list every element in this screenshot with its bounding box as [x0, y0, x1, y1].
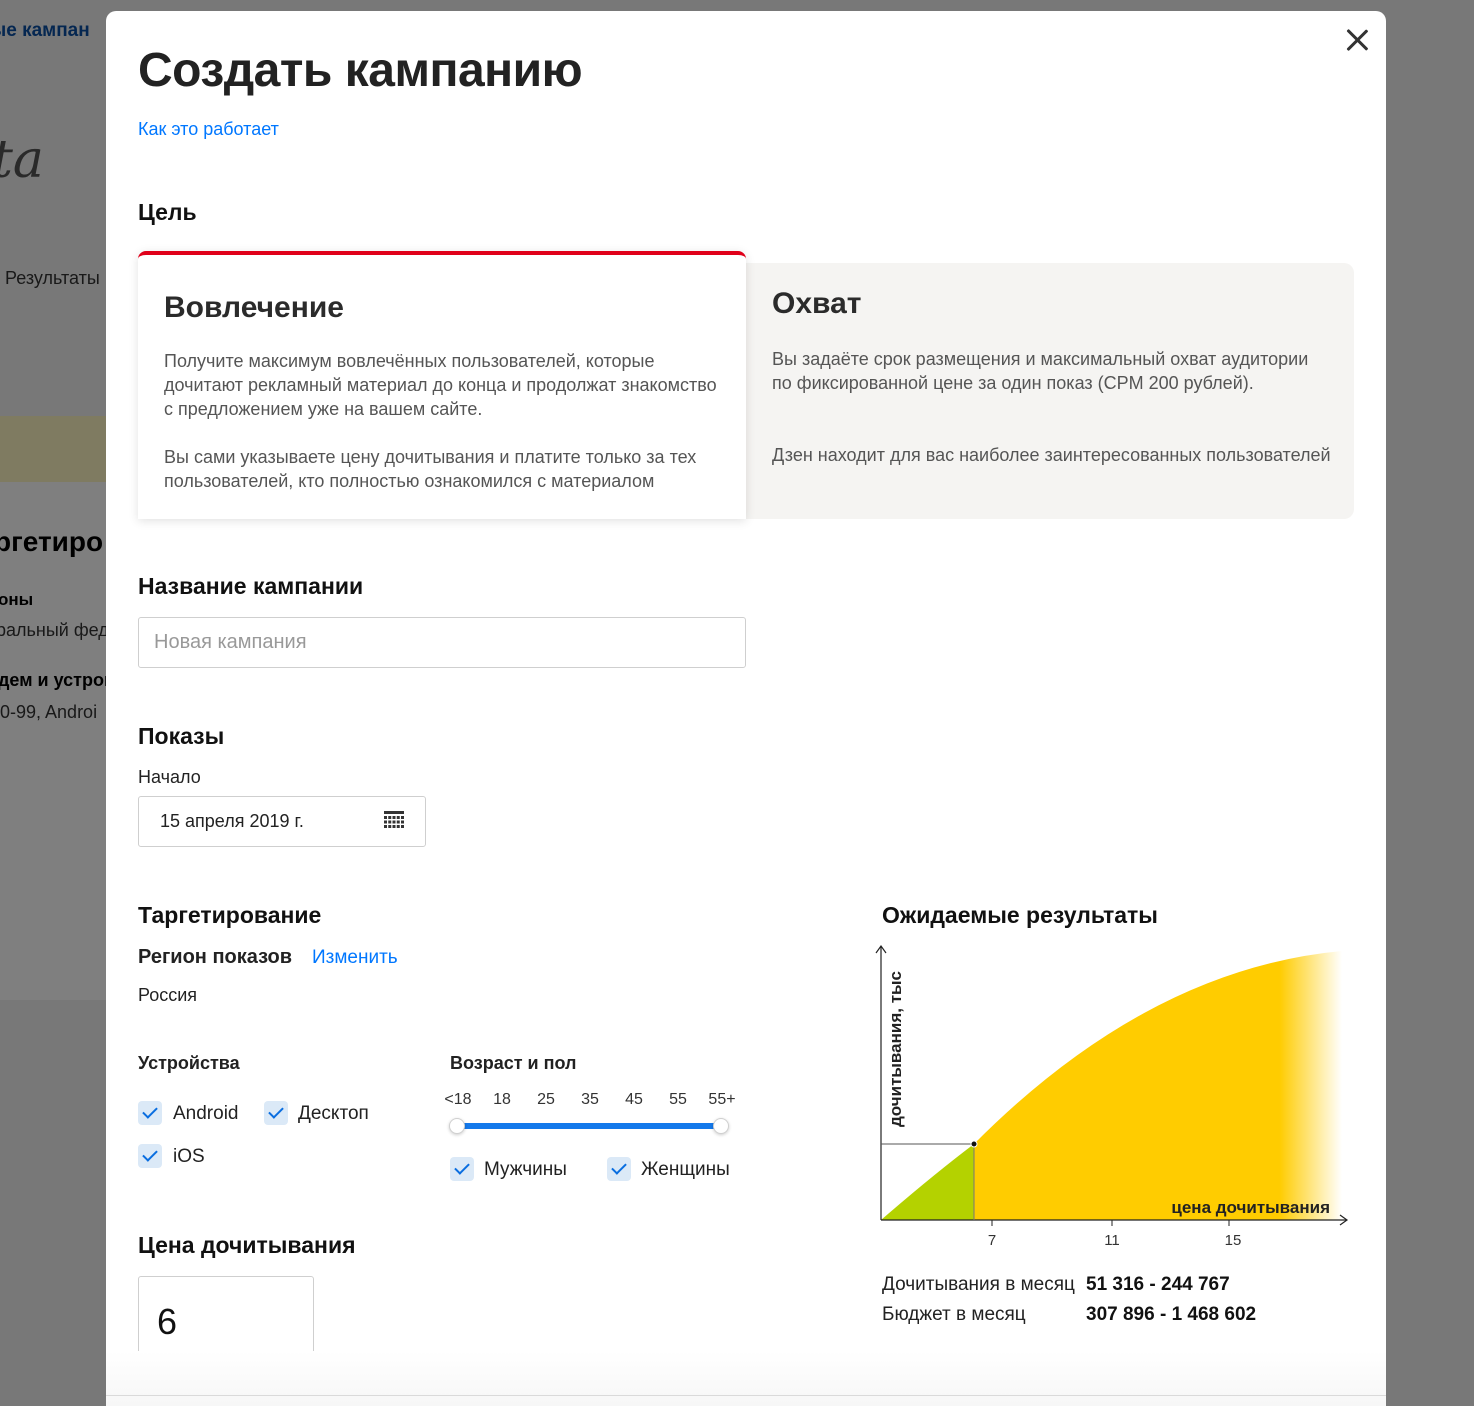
- android-checkbox[interactable]: [138, 1101, 162, 1125]
- age-slider-track[interactable]: [457, 1123, 721, 1129]
- chart-area-below-marker: [881, 1144, 974, 1220]
- age-slider-min-handle[interactable]: [449, 1118, 465, 1134]
- campaign-name-input[interactable]: [138, 617, 746, 668]
- goal-card-title: Охват: [772, 287, 862, 320]
- read-price-heading: Цена дочитывания: [138, 1232, 356, 1258]
- ios-checkbox[interactable]: [138, 1144, 162, 1168]
- start-date-value: 15 апреля 2019 г.: [160, 811, 304, 831]
- desktop-label[interactable]: Десктоп: [298, 1103, 369, 1125]
- budget-per-month-label: Бюджет в месяц: [882, 1304, 1026, 1325]
- goal-card-description: Получите максимум вовлечённых пользовате…: [164, 351, 717, 419]
- age-tick: 35: [581, 1091, 599, 1108]
- reads-per-month-value: 51 316 - 244 767: [1086, 1274, 1230, 1295]
- age-tick: 18: [493, 1091, 511, 1108]
- chart-x-tick-label: 7: [988, 1232, 996, 1249]
- chart-x-axis-label: цена дочитывания: [1171, 1198, 1330, 1217]
- read-price-input[interactable]: 6: [138, 1276, 314, 1363]
- age-slider-max-handle[interactable]: [713, 1118, 729, 1134]
- age-gender-heading: Возраст и пол: [450, 1053, 577, 1073]
- female-label[interactable]: Женщины: [641, 1159, 730, 1181]
- chart-marker-point: [970, 1140, 978, 1148]
- targeting-heading: Таргетирование: [138, 902, 322, 928]
- goal-card-description: Дзен находит для вас наиболее заинтересо…: [772, 445, 1331, 465]
- chart-y-axis-label: дочитывания, тыс: [886, 971, 905, 1127]
- age-tick: 55: [669, 1091, 687, 1108]
- close-icon[interactable]: [1342, 25, 1372, 55]
- expected-results-heading: Ожидаемые результаты: [882, 902, 1158, 928]
- shows-heading: Показы: [138, 723, 225, 749]
- chart-x-tick-label: 15: [1225, 1232, 1242, 1249]
- ios-label[interactable]: iOS: [173, 1146, 205, 1168]
- chart-x-tick-label: 11: [1104, 1232, 1120, 1249]
- modal-title: Создать кампанию: [138, 44, 583, 97]
- male-label[interactable]: Мужчины: [484, 1159, 567, 1181]
- goal-card-reach[interactable]: Охват Вы задаёте срок размещения и макси…: [746, 263, 1354, 519]
- change-region-link[interactable]: Изменить: [312, 947, 398, 969]
- calendar-icon[interactable]: [384, 811, 404, 831]
- region-label: Регион показов: [138, 946, 293, 968]
- goal-card-engagement[interactable]: Вовлечение Получите максимум вовлечённых…: [138, 251, 746, 519]
- create-campaign-modal: Создать кампанию Как это работает Цель В…: [106, 11, 1386, 1406]
- start-date-field[interactable]: 15 апреля 2019 г.: [138, 796, 426, 847]
- male-checkbox[interactable]: [450, 1157, 474, 1181]
- goal-card-description: Вы задаёте срок размещения и максимальны…: [772, 349, 1309, 393]
- expected-results-chart: 7 11 15 цена дочитывания дочитывания, ты…: [875, 944, 1349, 1249]
- goal-heading: Цель: [138, 199, 197, 225]
- goal-card-title: Вовлечение: [164, 291, 344, 324]
- start-date-label: Начало: [138, 767, 201, 787]
- age-tick: 25: [537, 1091, 555, 1108]
- read-price-value: 6: [157, 1301, 178, 1342]
- campaign-name-heading: Название кампании: [138, 573, 364, 599]
- budget-per-month-value: 307 896 - 1 468 602: [1086, 1304, 1257, 1325]
- android-label[interactable]: Android: [173, 1103, 239, 1125]
- desktop-checkbox[interactable]: [264, 1101, 288, 1125]
- devices-heading: Устройства: [138, 1053, 240, 1073]
- region-value: Россия: [138, 985, 198, 1005]
- age-tick: 45: [625, 1091, 643, 1108]
- modal-footer-divider: [106, 1395, 1386, 1396]
- how-it-works-link[interactable]: Как это работает: [138, 119, 279, 140]
- modal-footer-fade: [106, 1351, 1386, 1406]
- goal-card-description: Вы сами указываете цену дочитывания и пл…: [164, 447, 697, 491]
- reads-per-month-label: Дочитывания в месяц: [882, 1274, 1075, 1295]
- age-tick: 55+: [708, 1091, 736, 1108]
- age-tick: <18: [444, 1091, 472, 1108]
- female-checkbox[interactable]: [607, 1157, 631, 1181]
- chart-area-above-marker: [974, 951, 1342, 1220]
